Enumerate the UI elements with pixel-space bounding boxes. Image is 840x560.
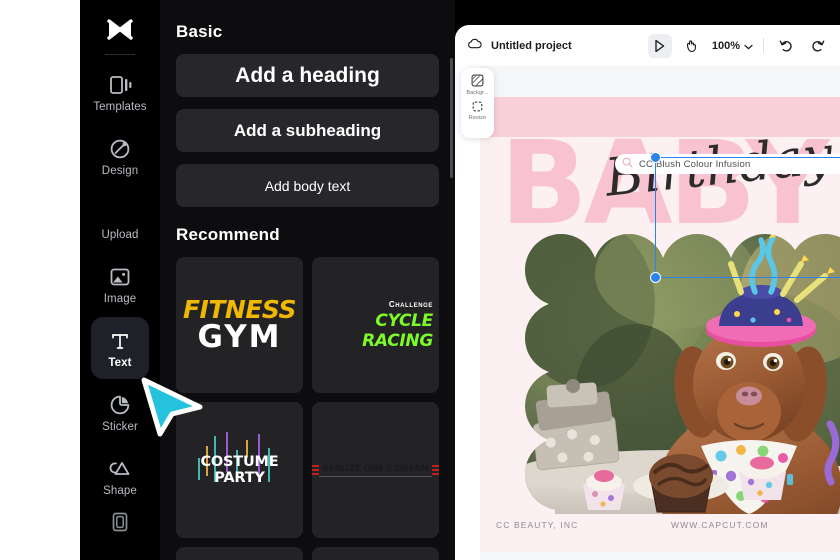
template-card-row3-left[interactable] — [176, 547, 303, 560]
sidebar-item-templates[interactable]: Templates — [91, 61, 149, 123]
wing-decoration-right — [431, 464, 439, 476]
canvas-viewport[interactable]: CC Blush Colour Infusion BABY Birthday — [480, 66, 840, 560]
template-card-realize-ones-dream[interactable]: REALIZE ONE'S DREAM — [312, 402, 439, 538]
selection-frame[interactable] — [650, 152, 840, 283]
text-panel: Basic Add a heading Add a subheading Add… — [160, 0, 455, 560]
footer-company: CC BEAUTY, INC — [496, 520, 579, 530]
editor-pane: Untitled project 100% Backgr... Resize C… — [455, 25, 840, 560]
selection-handle-top-left[interactable] — [650, 152, 661, 163]
search-icon — [622, 155, 633, 173]
toolbar-divider — [763, 38, 764, 53]
undo-icon[interactable] — [774, 34, 798, 58]
panel-scrollbar[interactable] — [450, 58, 453, 178]
sidebar-item-label: Templates — [93, 100, 147, 113]
mini-tool-label: Backgr... — [466, 89, 489, 96]
sidebar-item-upload[interactable]: Upload — [91, 189, 149, 251]
templates-icon — [109, 72, 132, 98]
template-line2: REALIZE ONE'S DREAM — [319, 464, 432, 477]
rail-divider — [105, 54, 135, 55]
text-t-icon — [109, 328, 131, 354]
resize-tool-button[interactable]: Resize — [468, 99, 487, 121]
template-card-row3-right[interactable] — [312, 547, 439, 560]
sidebar-item-label: Shape — [103, 484, 137, 497]
zoom-level-value: 100% — [711, 39, 740, 52]
sidebar-item-overflow[interactable] — [91, 509, 149, 535]
template-card-fitness-gym[interactable]: FITNESS GYM — [176, 257, 303, 393]
chevron-down-icon — [744, 37, 753, 55]
resize-icon — [471, 99, 484, 114]
template-line2: GYM — [197, 319, 282, 355]
hand-pan-icon[interactable] — [680, 34, 704, 58]
footer-website: WWW.CAPCUT.COM — [671, 520, 769, 530]
app-window: Templates Design Upload Image Text Stick… — [80, 0, 840, 560]
sidebar-item-image[interactable]: Image — [91, 253, 149, 315]
canvas-footer: CC BEAUTY, INC WWW.CAPCUT.COM — [480, 520, 840, 530]
template-line2: CYCLE RACING — [362, 310, 433, 351]
selection-handle-bottom-left[interactable] — [650, 272, 661, 283]
shape-icon — [108, 456, 132, 482]
sticker-icon — [109, 392, 131, 418]
sidebar-item-label: Design — [101, 164, 139, 177]
design-brush-icon — [109, 136, 131, 162]
template-card-costume-party[interactable]: COSTUME PARTY — [176, 402, 303, 538]
frame-icon — [109, 509, 131, 535]
cursor-select-icon[interactable] — [647, 33, 672, 58]
image-icon — [109, 264, 131, 290]
left-icon-rail: Templates Design Upload Image Text Stick… — [80, 0, 160, 560]
editor-topbar: Untitled project 100% — [455, 25, 840, 66]
basic-section-heading: Basic — [176, 22, 223, 41]
sidebar-item-design[interactable]: Design — [91, 125, 149, 187]
project-name[interactable]: Untitled project — [491, 40, 572, 52]
template-line1: Challenge — [388, 299, 433, 309]
sidebar-item-text[interactable]: Text — [91, 317, 149, 379]
wing-decoration-left — [312, 464, 320, 476]
zoom-control[interactable]: 100% — [712, 37, 753, 55]
cloud-save-icon[interactable] — [467, 37, 482, 55]
add-body-text-button[interactable]: Add body text — [176, 164, 439, 207]
sidebar-item-label: Upload — [101, 228, 139, 241]
template-line2: COSTUME PARTY — [200, 454, 279, 486]
mini-tool-label: Resize — [468, 115, 487, 121]
sidebar-item-sticker[interactable]: Sticker — [91, 381, 149, 443]
sidebar-item-label: Image — [103, 292, 137, 305]
background-icon — [471, 73, 484, 88]
redo-icon[interactable] — [806, 34, 830, 58]
add-heading-button[interactable]: Add a heading — [176, 54, 439, 97]
sidebar-item-label: Sticker — [102, 420, 138, 433]
template-card-cycle-racing[interactable]: Challenge CYCLE RACING — [312, 257, 439, 393]
background-tool-button[interactable]: Backgr... — [466, 73, 489, 96]
canvas-mini-toolbar: Backgr... Resize — [461, 68, 494, 138]
recommend-template-grid: FITNESS GYM Challenge CYCLE RACING COSTU… — [176, 257, 439, 560]
capcut-logo-icon[interactable] — [100, 14, 140, 46]
sidebar-item-shape[interactable]: Shape — [91, 445, 149, 507]
editor-tools: 100% — [647, 33, 830, 58]
recommend-section-heading: Recommend — [176, 225, 280, 244]
sidebar-item-label: Text — [108, 356, 132, 369]
add-subheading-button[interactable]: Add a subheading — [176, 109, 439, 152]
